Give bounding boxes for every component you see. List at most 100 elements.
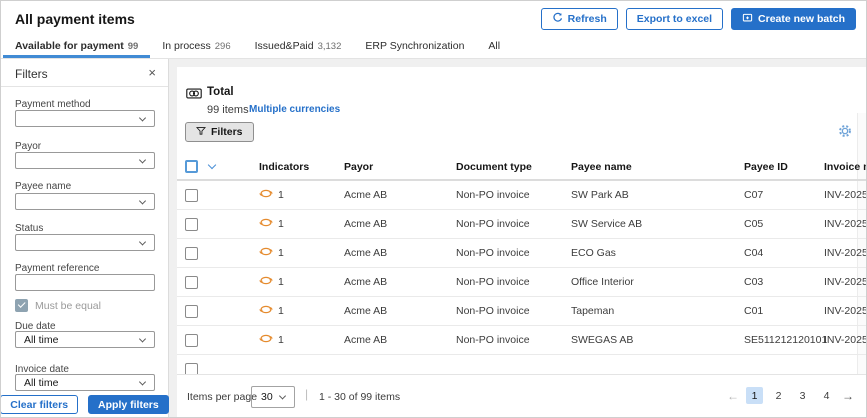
page-button-3[interactable]: 3 — [794, 387, 811, 404]
cell-invoice-no: INV-2025061 — [824, 276, 866, 288]
indicator-count: 1 — [278, 334, 284, 346]
column-header-document-type[interactable]: Document type — [456, 161, 571, 173]
total-label: Total — [207, 86, 234, 98]
refresh-icon — [552, 12, 563, 26]
apply-filters-button[interactable]: Apply filters — [88, 395, 169, 414]
table-row[interactable]: 1 Acme AB Non-PO invoice ECO Gas C04 INV… — [177, 239, 866, 268]
main-panel: Total 99 items Multiple currencies Filte… — [177, 67, 866, 417]
sync-indicator-icon — [259, 246, 273, 260]
cell-invoice-no: INV-2025061 — [824, 218, 866, 230]
cell-invoice-no: INV-2025061 — [824, 334, 866, 346]
check-icon — [18, 300, 25, 307]
cell-payor: Acme AB — [344, 189, 456, 201]
cell-payor: Acme AB — [344, 247, 456, 259]
column-header-invoice-no[interactable]: Invoice no — [824, 161, 866, 173]
tab-label: All — [488, 40, 500, 52]
payment-reference-input[interactable] — [15, 274, 155, 291]
cell-payee-id: C04 — [744, 247, 824, 259]
footer-divider: | — [305, 387, 308, 401]
row-checkbox[interactable] — [185, 218, 198, 231]
chevron-down-icon — [139, 238, 146, 245]
table-footer: Items per page 30 | 1 - 30 of 99 items ←… — [177, 374, 866, 417]
tab-in-process[interactable]: In process 296 — [150, 37, 242, 58]
table-row-partial[interactable] — [177, 355, 866, 374]
cell-document-type: Non-PO invoice — [456, 305, 571, 317]
cell-invoice-no: INV-2025061 — [824, 189, 866, 201]
tab-all[interactable]: All — [476, 37, 512, 58]
topbar-actions: Refresh Export to excel Create new batch — [541, 8, 856, 30]
cell-payee-name: SW Park AB — [571, 189, 744, 201]
indicator-count: 1 — [278, 305, 284, 317]
table-row[interactable]: 1 Acme AB Non-PO invoice SW Service AB C… — [177, 210, 866, 239]
payment-method-select[interactable] — [15, 110, 155, 127]
table-row[interactable]: 1 Acme AB Non-PO invoice SW Park AB C07 … — [177, 181, 866, 210]
table-row[interactable]: 1 Acme AB Non-PO invoice Tapeman C01 INV… — [177, 297, 866, 326]
payor-select[interactable] — [15, 152, 155, 169]
table-filters-button[interactable]: Filters — [185, 122, 254, 142]
gear-icon[interactable] — [838, 124, 852, 143]
clear-filters-button[interactable]: Clear filters — [0, 395, 78, 414]
table-row[interactable]: 1 Acme AB Non-PO invoice SWEGAS AB SE511… — [177, 326, 866, 355]
page-button-1[interactable]: 1 — [746, 387, 763, 404]
row-checkbox[interactable] — [185, 305, 198, 318]
multiple-currencies-link[interactable]: Multiple currencies — [249, 104, 340, 115]
payee-name-select[interactable] — [15, 193, 155, 210]
chevron-down-icon[interactable] — [208, 161, 216, 169]
due-date-select[interactable]: All time — [15, 331, 155, 348]
cell-payee-id: C05 — [744, 218, 824, 230]
cell-payee-id: C01 — [744, 305, 824, 317]
table-row[interactable]: 1 Acme AB Non-PO invoice Office Interior… — [177, 268, 866, 297]
status-label: Status — [15, 223, 43, 234]
export-to-excel-button[interactable]: Export to excel — [626, 8, 723, 30]
next-page-icon[interactable]: → — [842, 389, 854, 403]
items-per-page-value: 30 — [261, 391, 273, 403]
tab-count: 296 — [215, 41, 231, 52]
page-button-2[interactable]: 2 — [770, 387, 787, 404]
filters-panel-title: Filters — [15, 67, 48, 81]
status-select[interactable] — [15, 234, 155, 251]
page-button-4[interactable]: 4 — [818, 387, 835, 404]
items-count: 99 items — [207, 104, 249, 116]
chevron-down-icon — [279, 392, 286, 399]
row-checkbox[interactable] — [185, 276, 198, 289]
column-header-indicators[interactable]: Indicators — [259, 161, 344, 173]
row-checkbox[interactable] — [185, 189, 198, 202]
cell-payee-name: SWEGAS AB — [571, 334, 744, 346]
table-header-row: Indicators Payor Document type Payee nam… — [177, 154, 866, 181]
row-checkbox[interactable] — [185, 363, 198, 374]
refresh-button[interactable]: Refresh — [541, 8, 618, 30]
invoice-date-select[interactable]: All time — [15, 374, 155, 391]
invoice-date-value: All time — [24, 377, 58, 389]
cell-payor: Acme AB — [344, 305, 456, 317]
column-header-payee-id[interactable]: Payee ID — [744, 161, 824, 173]
app-window: All payment items Refresh Export to exce… — [0, 0, 867, 418]
cell-payee-name: ECO Gas — [571, 247, 744, 259]
tab-available-for-payment[interactable]: Available for payment 99 — [3, 37, 150, 58]
tab-count: 99 — [128, 41, 139, 52]
filter-funnel-icon — [196, 126, 206, 139]
column-header-payor[interactable]: Payor — [344, 161, 456, 173]
row-checkbox[interactable] — [185, 334, 198, 347]
tab-issued-and-paid[interactable]: Issued&Paid 3,132 — [243, 37, 354, 58]
row-checkbox[interactable] — [185, 247, 198, 260]
create-new-batch-button[interactable]: Create new batch — [731, 8, 856, 30]
sync-indicator-icon — [259, 333, 273, 347]
payor-label: Payor — [15, 141, 41, 152]
must-be-equal-checkbox[interactable] — [15, 299, 28, 312]
items-range-text: 1 - 30 of 99 items — [319, 391, 400, 403]
export-button-label: Export to excel — [637, 13, 712, 25]
tab-erp-synchronization[interactable]: ERP Synchronization — [353, 37, 476, 58]
column-header-payee-name[interactable]: Payee name — [571, 161, 744, 173]
prev-page-icon[interactable]: ← — [727, 389, 739, 403]
divider — [1, 86, 168, 87]
items-per-page-select[interactable]: 30 — [251, 386, 295, 408]
payee-name-label: Payee name — [15, 181, 71, 192]
cell-payor: Acme AB — [344, 218, 456, 230]
close-icon[interactable]: × — [148, 65, 156, 81]
select-all-checkbox[interactable] — [185, 160, 198, 173]
chevron-down-icon — [139, 156, 146, 163]
cell-payee-name: Tapeman — [571, 305, 744, 317]
total-coins-icon — [186, 87, 202, 105]
cell-invoice-no: INV-2025061 — [824, 247, 866, 259]
filter-actions: Clear filters Apply filters — [1, 395, 168, 414]
